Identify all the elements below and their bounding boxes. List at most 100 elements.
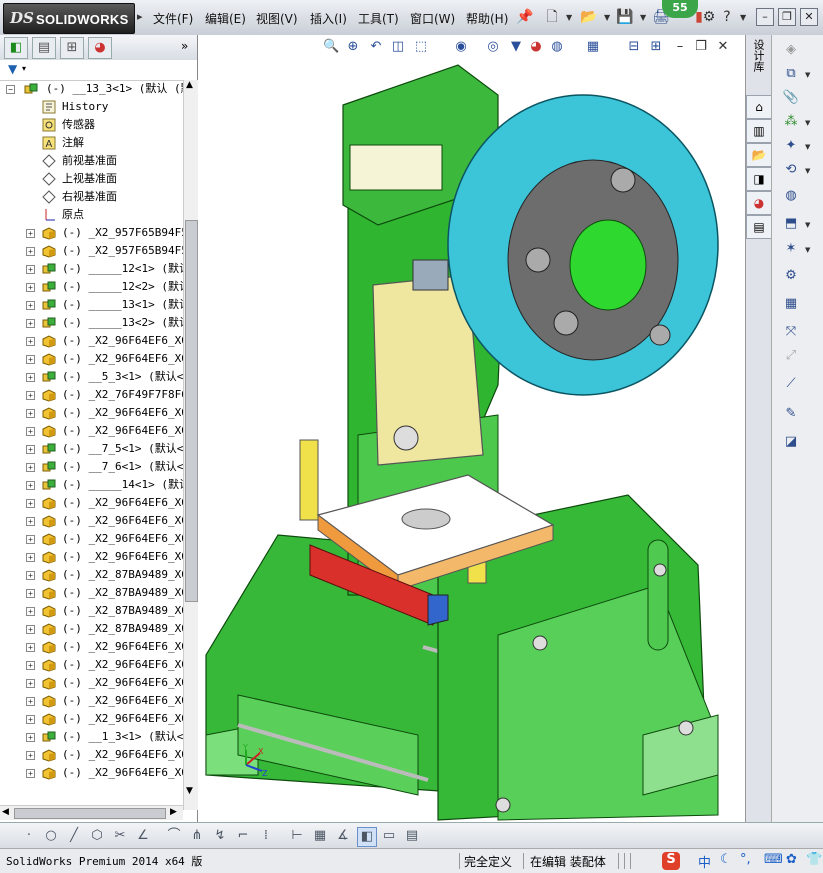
expand-plus-icon[interactable]: + xyxy=(26,247,35,256)
new-document-icon[interactable]: 🗋 xyxy=(543,8,561,26)
exploded-view-icon[interactable]: ⤧ xyxy=(782,323,800,341)
tree-root[interactable]: − (-) __13_3<1> (默认 (默认 xyxy=(0,80,183,98)
tree-item[interactable]: + (-) _X2_96F64EF6_X0_ xyxy=(0,764,183,782)
options-gear-icon[interactable]: ⚙ xyxy=(700,8,718,26)
save-dropdown-icon[interactable]: ▼ xyxy=(640,13,646,22)
shaded-view-icon[interactable]: ◧ xyxy=(357,827,377,847)
tree-item[interactable]: + (-) _X2_96F64EF6_X0_ xyxy=(0,404,183,422)
minimize-button[interactable]: – xyxy=(756,8,774,26)
show-hidden-icon[interactable]: ◍ xyxy=(782,187,800,205)
feature-manager-tab-icon[interactable]: ◧ xyxy=(4,37,28,59)
expand-plus-icon[interactable]: + xyxy=(26,535,35,544)
expand-plus-icon[interactable]: + xyxy=(26,355,35,364)
expand-plus-icon[interactable]: + xyxy=(26,553,35,562)
open-dropdown-icon[interactable]: ▼ xyxy=(604,13,610,22)
expand-plus-icon[interactable]: + xyxy=(26,283,35,292)
tree-item[interactable]: + (-) _X2_76F49F7F8F6E xyxy=(0,386,183,404)
expand-plus-icon[interactable]: + xyxy=(26,445,35,454)
tree-item[interactable]: + (-) _X2_96F64EF6_X0_ xyxy=(0,746,183,764)
dropdown-arrow-icon[interactable]: ▼ xyxy=(805,71,810,79)
display-manager-tab-icon[interactable]: ◕ xyxy=(88,37,112,59)
expand-plus-icon[interactable]: + xyxy=(26,319,35,328)
tree-item[interactable]: + (-) _____14<1> (默认 xyxy=(0,476,183,494)
expand-plus-icon[interactable]: + xyxy=(26,625,35,634)
expand-plus-icon[interactable]: + xyxy=(26,751,35,760)
menu-insert[interactable]: 插入(I) xyxy=(310,10,347,27)
tree-item[interactable]: A 注解 xyxy=(0,134,183,152)
tree-item[interactable]: + (-) _X2_96F64EF6_X0_ xyxy=(0,692,183,710)
scroll-right-arrow-icon[interactable]: ▶ xyxy=(170,807,177,817)
dropdown-arrow-icon[interactable]: ▼ xyxy=(805,221,810,229)
tree-item[interactable]: 上视基准面 xyxy=(0,170,183,188)
expand-plus-icon[interactable]: + xyxy=(26,391,35,400)
keyboard-icon[interactable]: ⌨ xyxy=(764,852,783,867)
mirror-icon[interactable]: ⋔ xyxy=(188,827,206,845)
view-palette-icon[interactable]: ◨ xyxy=(746,167,772,191)
tree-item[interactable]: + (-) _X2_96F64EF6_X0_ xyxy=(0,332,183,350)
explode-line-sketch-icon[interactable]: ⤢ xyxy=(782,347,800,365)
rectangle-corner-icon[interactable]: ⌐ xyxy=(234,827,252,845)
expand-plus-icon[interactable]: + xyxy=(26,481,35,490)
assembly-features-icon[interactable]: ⬒ xyxy=(782,215,800,233)
expand-plus-icon[interactable]: + xyxy=(26,229,35,238)
expand-plus-icon[interactable]: + xyxy=(26,337,35,346)
close-button[interactable]: ✕ xyxy=(800,8,818,26)
tree-item[interactable]: + (-) __7_6<1> (默认< xyxy=(0,458,183,476)
offset-icon[interactable]: ⌒ xyxy=(165,827,183,845)
tree-item[interactable]: + (-) __1_3<1> (默认< xyxy=(0,728,183,746)
instant3d-icon[interactable]: ◪ xyxy=(782,433,800,451)
expand-plus-icon[interactable]: + xyxy=(26,409,35,418)
horizontal-scrollbar-thumb[interactable] xyxy=(14,808,166,819)
tree-item[interactable]: 原点 xyxy=(0,206,183,224)
dropdown-arrow-icon[interactable]: ▼ xyxy=(805,246,810,254)
fillet-icon[interactable]: ↯ xyxy=(211,827,229,845)
tree-item[interactable]: + (-) _X2_96F64EF6_X0_ xyxy=(0,512,183,530)
tree-item[interactable]: History xyxy=(0,98,183,116)
tree-vertical-scrollbar[interactable]: ▲ ▼ xyxy=(183,80,198,810)
smart-fasteners-icon[interactable]: ✦ xyxy=(782,137,800,155)
expand-plus-icon[interactable]: + xyxy=(26,571,35,580)
tools-icon[interactable]: ✿ xyxy=(786,852,797,867)
expand-plus-icon[interactable]: + xyxy=(26,697,35,706)
insert-component-icon[interactable]: ◈ xyxy=(782,41,800,59)
menu-view[interactable]: 视图(V) xyxy=(256,10,298,27)
expand-plus-icon[interactable]: + xyxy=(26,769,35,778)
tree-horizontal-scrollbar[interactable]: ◀ ▶ xyxy=(0,805,183,820)
solidworks-logo[interactable]: DS SOLIDWORKS xyxy=(3,3,135,34)
trim-icon[interactable]: ✂ xyxy=(111,827,129,845)
expand-plus-icon[interactable]: + xyxy=(26,499,35,508)
bill-of-materials-icon[interactable]: ▦ xyxy=(782,295,800,313)
open-folder-icon[interactable]: 📂 xyxy=(580,8,598,26)
mate-icon[interactable]: ⧉ xyxy=(782,65,800,83)
menu-edit[interactable]: 编辑(E) xyxy=(205,10,246,27)
tree-item[interactable]: + (-) __5_3<1> (默认< xyxy=(0,368,183,386)
menu-file[interactable]: 文件(F) xyxy=(153,10,193,27)
expand-plus-icon[interactable]: + xyxy=(26,715,35,724)
tree-item[interactable]: + (-) _X2_96F64EF6_X0_ xyxy=(0,350,183,368)
tree-item[interactable]: + (-) _X2_96F64EF6_X0_ xyxy=(0,656,183,674)
design-library-icon[interactable]: ▥ xyxy=(746,119,772,143)
file-explorer-folder-icon[interactable]: 📂 xyxy=(746,143,772,167)
menu-window[interactable]: 窗口(W) xyxy=(410,10,455,27)
menu-expand-arrow-icon[interactable]: ▸ xyxy=(137,10,143,23)
expand-plus-icon[interactable]: + xyxy=(26,679,35,688)
dropdown-arrow-icon[interactable]: ▼ xyxy=(805,119,810,127)
tree-item[interactable]: + (-) _X2_87BA9489_X0_ xyxy=(0,566,183,584)
help-dropdown-icon[interactable]: ▼ xyxy=(740,13,746,22)
tree-item[interactable]: + (-) _X2_96F64EF6_X0_ xyxy=(0,494,183,512)
dropdown-arrow-icon[interactable]: ▼ xyxy=(805,143,810,151)
linear-pattern-icon[interactable]: ⁂ xyxy=(782,113,800,131)
expand-plus-icon[interactable]: + xyxy=(26,427,35,436)
smart-dimension-icon[interactable]: ⊢ xyxy=(288,827,306,845)
new-motion-study-icon[interactable]: ⚙ xyxy=(782,267,800,285)
sogou-input-icon[interactable]: S xyxy=(662,852,680,870)
expand-plus-icon[interactable]: + xyxy=(26,643,35,652)
tree-item[interactable]: + (-) _X2_87BA9489_X0_ xyxy=(0,602,183,620)
paperclip-icon[interactable]: 📎 xyxy=(782,89,800,107)
tree-item[interactable]: + (-) _X2_957F65B94F53 xyxy=(0,242,183,260)
tree-item[interactable]: + (-) _____12<2> (默认 xyxy=(0,278,183,296)
tree-item[interactable]: + (-) __7_5<1> (默认< xyxy=(0,440,183,458)
restore-button[interactable]: ❐ xyxy=(778,8,796,26)
tree-item[interactable]: + (-) _____13<2> (默认 xyxy=(0,314,183,332)
tree-item[interactable]: + (-) _____12<1> (默认 xyxy=(0,260,183,278)
